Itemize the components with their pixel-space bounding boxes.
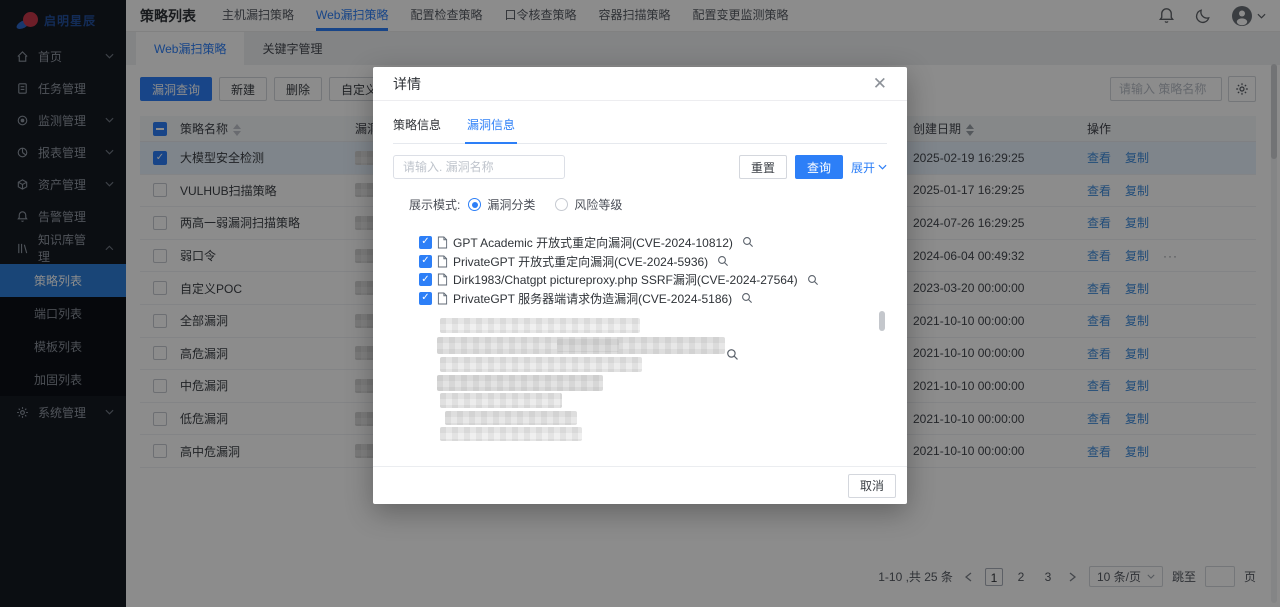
search-icon[interactable]: [726, 348, 739, 361]
document-icon: [437, 255, 448, 268]
vuln-checkbox[interactable]: [419, 273, 432, 286]
vuln-item[interactable]: PrivateGPT 服务器端请求伪造漏洞(CVE-2024-5186): [419, 289, 907, 308]
document-icon: [437, 273, 448, 286]
radio-label: 漏洞分类: [487, 196, 535, 213]
redacted-content: [437, 315, 757, 443]
vuln-checkbox[interactable]: [419, 255, 432, 268]
close-icon[interactable]: ✕: [873, 75, 887, 92]
search-icon[interactable]: [741, 292, 753, 304]
query-button[interactable]: 查询: [795, 155, 843, 179]
modal-scrollbar-thumb[interactable]: [879, 311, 885, 331]
radio-risk-level[interactable]: 风险等级: [555, 196, 622, 213]
expand-toggle[interactable]: 展开: [851, 159, 887, 176]
expand-label: 展开: [851, 159, 875, 176]
search-icon[interactable]: [717, 255, 729, 267]
vuln-label: PrivateGPT 服务器端请求伪造漏洞(CVE-2024-5186): [453, 290, 732, 307]
reset-button[interactable]: 重置: [739, 155, 787, 179]
modal-filter-row: 重置 查询 展开: [393, 155, 887, 179]
chevron-down-icon: [878, 164, 887, 170]
radio-vuln-category[interactable]: 漏洞分类: [468, 196, 535, 213]
radio-icon: [468, 198, 481, 211]
vuln-checklist: GPT Academic 开放式重定向漏洞(CVE-2024-10812) Pr…: [419, 233, 907, 308]
modal-footer: 取消: [373, 466, 907, 504]
display-mode-label: 展示模式:: [409, 196, 460, 213]
vuln-name-input[interactable]: [393, 155, 565, 179]
vuln-item[interactable]: Dirk1983/Chatgpt pictureproxy.php SSRF漏洞…: [419, 270, 907, 289]
search-icon[interactable]: [807, 274, 819, 286]
vuln-checkbox[interactable]: [419, 236, 432, 249]
radio-label: 风险等级: [574, 196, 622, 213]
document-icon: [437, 292, 448, 305]
modal-tabbar: 策略信息 漏洞信息: [393, 116, 887, 144]
vuln-label: PrivateGPT 开放式重定向漏洞(CVE-2024-5936): [453, 253, 708, 270]
document-icon: [437, 236, 448, 249]
vuln-item[interactable]: PrivateGPT 开放式重定向漏洞(CVE-2024-5936): [419, 252, 907, 271]
tab-vuln-info[interactable]: 漏洞信息: [467, 116, 515, 143]
search-icon[interactable]: [742, 236, 754, 248]
modal-header: 详情 ✕: [373, 67, 907, 101]
vuln-checkbox[interactable]: [419, 292, 432, 305]
details-modal: 详情 ✕ 策略信息 漏洞信息 重置 查询 展开 展示模式: 漏洞分类: [373, 67, 907, 504]
vuln-item[interactable]: GPT Academic 开放式重定向漏洞(CVE-2024-10812): [419, 233, 907, 252]
vuln-label: Dirk1983/Chatgpt pictureproxy.php SSRF漏洞…: [453, 271, 798, 288]
display-mode-group: 展示模式: 漏洞分类 风险等级: [409, 196, 887, 213]
tab-policy-info[interactable]: 策略信息: [393, 116, 441, 143]
vuln-label: GPT Academic 开放式重定向漏洞(CVE-2024-10812): [453, 234, 733, 251]
radio-icon: [555, 198, 568, 211]
app-window: 启明星辰 首页 任务管理 监测管理 报表管理 资产管理 告警管理: [0, 0, 1280, 607]
cancel-button[interactable]: 取消: [848, 474, 896, 498]
modal-title: 详情: [393, 74, 421, 94]
